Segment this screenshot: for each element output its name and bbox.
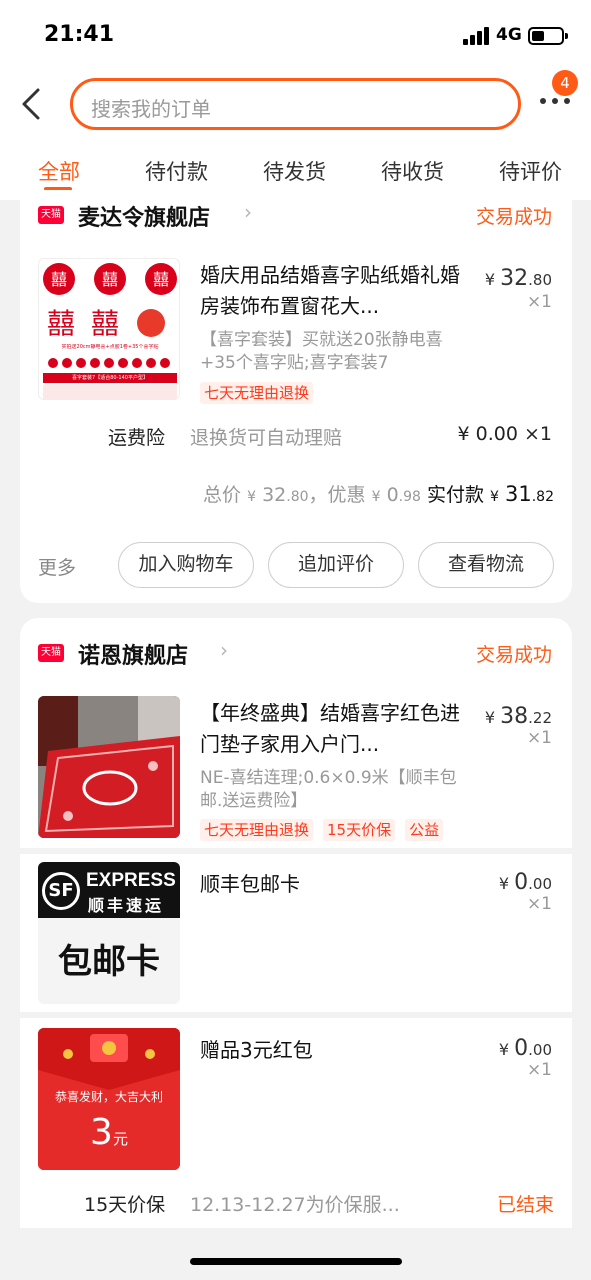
search-placeholder: 搜索我的订单: [91, 97, 211, 121]
order-card[interactable]: 天猫 麦达令旗舰店 › 交易成功 囍 囍 囍 囍 囍 实拍送20cm静电喜+点胶…: [20, 190, 572, 603]
service-tag: 七天无理由退换: [200, 819, 314, 841]
service-tag: 15天价保: [323, 819, 396, 841]
signal-icon: [463, 27, 491, 45]
tmall-badge: 天猫: [38, 644, 64, 662]
product-title[interactable]: 婚庆用品结婚喜字贴纸婚礼婚房装饰布置窗花大...: [200, 260, 468, 322]
product-thumbnail[interactable]: [38, 696, 180, 838]
red-packet-amount: 3元: [90, 1112, 128, 1153]
tmall-badge: 天猫: [38, 206, 64, 224]
product-price: ¥ 32.80: [484, 266, 552, 291]
gift-quantity: ×1: [526, 1060, 552, 1080]
chevron-right-icon: ›: [220, 638, 228, 662]
thumbnail-caption: 喜字套装7【适合80-140平户型】: [72, 375, 148, 381]
tab-pending-payment[interactable]: 待付款: [145, 156, 208, 186]
service-tags: 七天无理由退换 15天价保 公益: [200, 819, 453, 841]
add-to-cart-button[interactable]: 加入购物车: [118, 542, 254, 588]
top-header: 21:41 4G 搜索我的订单 4 全部 待付款 待发货 待收货 待评价: [0, 0, 591, 200]
gift-price: ¥ 0.00: [498, 870, 552, 895]
insurance-price: ¥ 0.00 ×1: [457, 423, 552, 445]
product-title[interactable]: 【年终盛典】结婚喜字红色进门垫子家用入户门...: [200, 698, 468, 760]
card-text: 包邮卡: [58, 942, 160, 982]
red-packet-caption: 恭喜发财，大吉大利: [54, 1090, 163, 1104]
more-actions-link[interactable]: 更多: [38, 553, 76, 580]
tab-pending-review[interactable]: 待评价: [499, 156, 562, 186]
order-status: 交易成功: [475, 644, 552, 666]
status-time: 21:41: [44, 22, 115, 47]
gift-thumbnail[interactable]: SF EXPRESS 顺丰速运 包邮卡: [38, 862, 180, 1004]
product-thumbnail[interactable]: 囍 囍 囍 囍 囍 实拍送20cm静电喜+点胶1卷+35个喜字贴 喜字套装7【适…: [38, 258, 180, 400]
service-tag: 七天无理由退换: [200, 382, 314, 404]
insurance-description: 退换货可自动理赔: [190, 427, 343, 449]
price-protection-label: 15天价保: [84, 1194, 166, 1216]
product-quantity: ×1: [526, 728, 552, 748]
express-logo-subtitle: 顺丰速运: [88, 896, 165, 915]
service-tags: 七天无理由退换: [200, 382, 323, 404]
row-divider: [0, 848, 591, 854]
thumbnail-caption: 实拍送20cm静电喜+点胶1卷+35个喜字贴: [61, 344, 159, 350]
shop-name[interactable]: 麦达令旗舰店: [78, 200, 210, 232]
product-spec: NE-喜结连理;0.6×0.9米【顺丰包邮.送运费险】: [200, 768, 457, 811]
svg-text:囍: 囍: [51, 270, 67, 289]
gift-thumbnail[interactable]: 恭喜发财，大吉大利 3元: [38, 1028, 180, 1170]
svg-text:囍: 囍: [47, 307, 75, 340]
product-quantity: ×1: [526, 292, 552, 312]
insurance-label: 运费险: [108, 427, 166, 449]
express-logo: EXPRESS: [86, 870, 176, 891]
network-type: 4G: [496, 25, 522, 45]
order-totals: 总价 ¥ 32.80，优惠 ¥ 0.98 实付款 ¥ 31.82: [203, 482, 554, 506]
price-protection-description[interactable]: 12.13-12.27为价保服...: [190, 1190, 400, 1217]
gift-title[interactable]: 赠品3元红包: [200, 1034, 313, 1063]
product-price: ¥ 38.22: [484, 704, 552, 729]
row-divider: [0, 1012, 591, 1018]
product-spec: 【喜字套装】买就送20张静电喜+35个喜字贴;喜字套装7: [200, 330, 443, 373]
tab-pending-shipment[interactable]: 待发货: [263, 156, 326, 186]
search-input[interactable]: 搜索我的订单: [70, 78, 521, 130]
back-icon[interactable]: [18, 86, 48, 122]
tab-all[interactable]: 全部: [38, 156, 80, 186]
gift-price: ¥ 0.00: [498, 1036, 552, 1061]
svg-text:囍: 囍: [91, 307, 119, 340]
shop-name[interactable]: 诺恩旗舰店: [78, 638, 188, 670]
gift-quantity: ×1: [526, 894, 552, 914]
price-protection-status: 已结束: [496, 1194, 554, 1216]
notification-badge: 4: [552, 70, 578, 96]
chevron-right-icon: ›: [244, 200, 252, 224]
add-review-button[interactable]: 追加评价: [268, 542, 404, 588]
battery-icon: [528, 27, 568, 45]
order-card[interactable]: 天猫 诺恩旗舰店 › 交易成功 【年终盛典】结婚喜字红色进门垫子家用入户门...…: [20, 618, 572, 1228]
gift-title[interactable]: 顺丰包邮卡: [200, 868, 300, 897]
order-status: 交易成功: [475, 206, 552, 228]
more-icon[interactable]: [540, 98, 572, 108]
tab-pending-receipt[interactable]: 待收货: [381, 156, 444, 186]
order-tabs: 全部 待付款 待发货 待收货 待评价: [0, 150, 591, 191]
svg-text:囍: 囍: [102, 270, 118, 289]
status-bar: 21:41 4G: [0, 0, 591, 70]
view-logistics-button[interactable]: 查看物流: [418, 542, 554, 588]
service-tag: 公益: [405, 819, 444, 841]
svg-text:囍: 囍: [153, 270, 169, 289]
home-indicator: [190, 1258, 402, 1265]
sf-logo-icon: SF: [42, 872, 80, 910]
